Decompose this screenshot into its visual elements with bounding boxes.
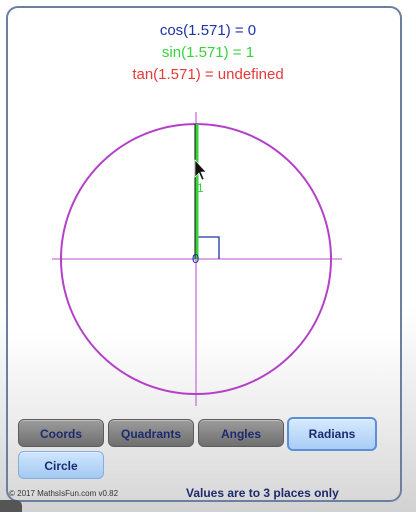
circle-button[interactable]: Circle xyxy=(18,451,104,479)
precision-note: Values are to 3 places only xyxy=(186,486,339,500)
sin-value-label: 1 xyxy=(197,181,204,195)
corner-tab xyxy=(0,500,22,512)
right-angle-marker xyxy=(196,236,220,259)
coords-button[interactable]: Coords xyxy=(18,419,104,447)
angles-button[interactable]: Angles xyxy=(198,419,284,447)
copyright-text: © 2017 MathsIsFun.com v0.82 xyxy=(9,489,119,498)
radians-button[interactable]: Radians xyxy=(287,417,377,451)
quadrants-button[interactable]: Quadrants xyxy=(108,419,194,447)
origin-label: 0 xyxy=(192,251,199,266)
